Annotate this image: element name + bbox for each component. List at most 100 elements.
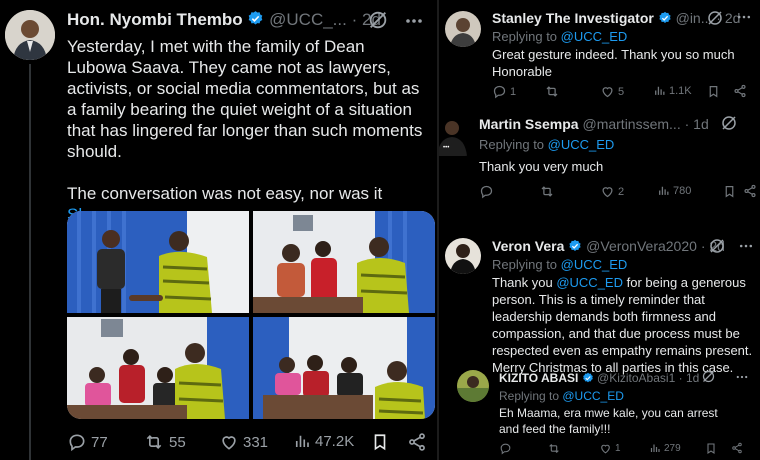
like-button[interactable]: 2 xyxy=(600,184,624,199)
repost-button[interactable]: 55 xyxy=(143,432,186,452)
reply-author-name[interactable]: Veron Vera xyxy=(492,238,564,254)
reply-handle[interactable]: @martinssem... xyxy=(582,116,680,132)
replying-to: Replying to @UCC_ED xyxy=(499,389,624,403)
like-button[interactable]: 1 xyxy=(599,442,621,455)
photo-1[interactable] xyxy=(67,211,249,313)
bookmark-button[interactable] xyxy=(707,84,720,99)
grok-icon[interactable] xyxy=(706,9,724,32)
views-button[interactable]: 1.1K xyxy=(653,84,692,97)
reply-author-name[interactable]: Stanley The Investigator xyxy=(492,10,654,26)
more-options-icon[interactable] xyxy=(738,238,754,259)
replying-to-link[interactable]: @UCC_ED xyxy=(548,137,615,152)
replying-to-link[interactable]: @UCC_ED xyxy=(561,29,628,44)
reply-button[interactable]: 1 xyxy=(492,84,516,99)
separator: · xyxy=(351,10,358,29)
reply-handle[interactable]: @KizitoAbasi1 xyxy=(597,371,675,385)
reply-author-name[interactable]: Martin Ssempa xyxy=(479,116,579,132)
repost-icon xyxy=(541,186,553,197)
main-tweet: Hon. Nyombi Thembo @UCC_... · 2d Yesterd… xyxy=(0,0,437,460)
grok-icon[interactable] xyxy=(720,114,738,137)
reply-button[interactable] xyxy=(499,442,515,455)
bookmark-icon xyxy=(709,86,718,98)
share-icon xyxy=(734,84,746,98)
reply-button[interactable]: 77 xyxy=(67,432,108,452)
reply-button[interactable] xyxy=(479,184,497,199)
author-avatar[interactable] xyxy=(5,10,55,60)
reply-text: Great gesture indeed. Thank you so much … xyxy=(492,47,735,79)
reply-avatar[interactable] xyxy=(445,11,481,47)
photo-2[interactable] xyxy=(253,211,435,313)
view-count: 47.2K xyxy=(315,432,355,450)
reply-actions: 2 780 xyxy=(479,184,759,200)
tweet-text: Yesterday, I met with the family of Dean… xyxy=(67,36,427,225)
tweet-header: Hon. Nyombi Thembo @UCC_... · 2d xyxy=(67,10,381,32)
reply-time[interactable]: 1d xyxy=(686,371,699,385)
reply-actions: 1 5 1.1K xyxy=(492,84,754,100)
bookmark-icon xyxy=(707,443,715,455)
replying-to-link[interactable]: @UCC_ED xyxy=(561,257,628,272)
verified-badge-icon xyxy=(247,10,264,32)
share-icon xyxy=(732,442,742,454)
author-name[interactable]: Hon. Nyombi Thembo xyxy=(67,10,243,29)
repost-count: 55 xyxy=(169,433,186,451)
reply-count: 77 xyxy=(91,433,108,451)
views-icon xyxy=(295,435,309,447)
reply-text: Eh Maama, era mwe kale, you can arrest a… xyxy=(499,406,718,436)
replying-to: Replying to @UCC_ED xyxy=(492,257,628,272)
views-icon xyxy=(650,444,660,452)
repost-button[interactable] xyxy=(547,442,564,455)
reply-handle[interactable]: @VeronVera2020 xyxy=(586,238,697,254)
more-options-icon[interactable] xyxy=(404,11,424,36)
grok-icon[interactable] xyxy=(367,9,389,36)
like-button[interactable]: 331 xyxy=(219,432,268,452)
replying-to: Replying to @UCC_ED xyxy=(479,137,615,152)
author-handle[interactable]: @UCC_... xyxy=(269,10,347,29)
reply-author-name[interactable]: KIZITO ABASI xyxy=(499,371,578,385)
mention-link[interactable]: @UCC_ED xyxy=(556,275,623,290)
heart-icon xyxy=(602,187,613,198)
photo-3[interactable] xyxy=(67,317,249,419)
photo-4[interactable] xyxy=(253,317,435,419)
views-button[interactable]: 47.2K xyxy=(293,432,354,450)
verified-badge-icon xyxy=(568,239,582,256)
share-icon xyxy=(744,184,756,198)
bookmark-button[interactable] xyxy=(723,184,736,199)
svg-text:•••: ••• xyxy=(443,145,449,151)
bookmark-icon xyxy=(725,186,734,198)
views-button[interactable]: 780 xyxy=(657,184,691,197)
tweet-paragraph-1: Yesterday, I met with the family of Dean… xyxy=(67,37,423,161)
views-icon xyxy=(655,86,665,95)
tweet-actions: 77 55 331 47.2K xyxy=(67,432,432,452)
separator: · xyxy=(700,238,706,254)
share-button[interactable] xyxy=(733,84,747,98)
replies-panel: Stanley The Investigator @in... · 2d Rep… xyxy=(439,0,760,460)
replying-to-link[interactable]: @UCC_ED xyxy=(562,389,624,403)
bookmark-button[interactable] xyxy=(371,432,389,452)
repost-button[interactable] xyxy=(544,84,563,99)
share-button[interactable] xyxy=(731,442,743,454)
reply-icon xyxy=(69,434,85,452)
like-count: 331 xyxy=(243,433,269,451)
bookmark-icon xyxy=(374,434,386,451)
share-button[interactable] xyxy=(407,432,427,452)
bookmark-button[interactable] xyxy=(705,442,717,455)
grok-icon[interactable] xyxy=(708,237,726,260)
more-options-icon[interactable] xyxy=(736,9,752,30)
separator: · xyxy=(684,116,690,132)
reply-text: Thank you @UCC_ED for being a generous p… xyxy=(492,275,753,375)
share-icon xyxy=(409,433,425,451)
verified-badge-icon xyxy=(582,372,594,387)
views-button[interactable]: 279 xyxy=(649,442,681,454)
reply-avatar[interactable] xyxy=(445,238,481,274)
reply-avatar[interactable]: ••• xyxy=(439,116,471,156)
reply-time[interactable]: 1d xyxy=(693,116,709,132)
reply-avatar[interactable] xyxy=(457,370,489,402)
heart-icon xyxy=(601,444,610,454)
reply-text: Thank you very much xyxy=(479,159,604,174)
repost-button[interactable] xyxy=(539,184,558,199)
more-options-icon[interactable] xyxy=(735,370,749,389)
like-button[interactable]: 5 xyxy=(600,84,624,99)
grok-icon[interactable] xyxy=(701,369,716,389)
photo-grid xyxy=(67,211,435,419)
share-button[interactable] xyxy=(743,184,757,198)
